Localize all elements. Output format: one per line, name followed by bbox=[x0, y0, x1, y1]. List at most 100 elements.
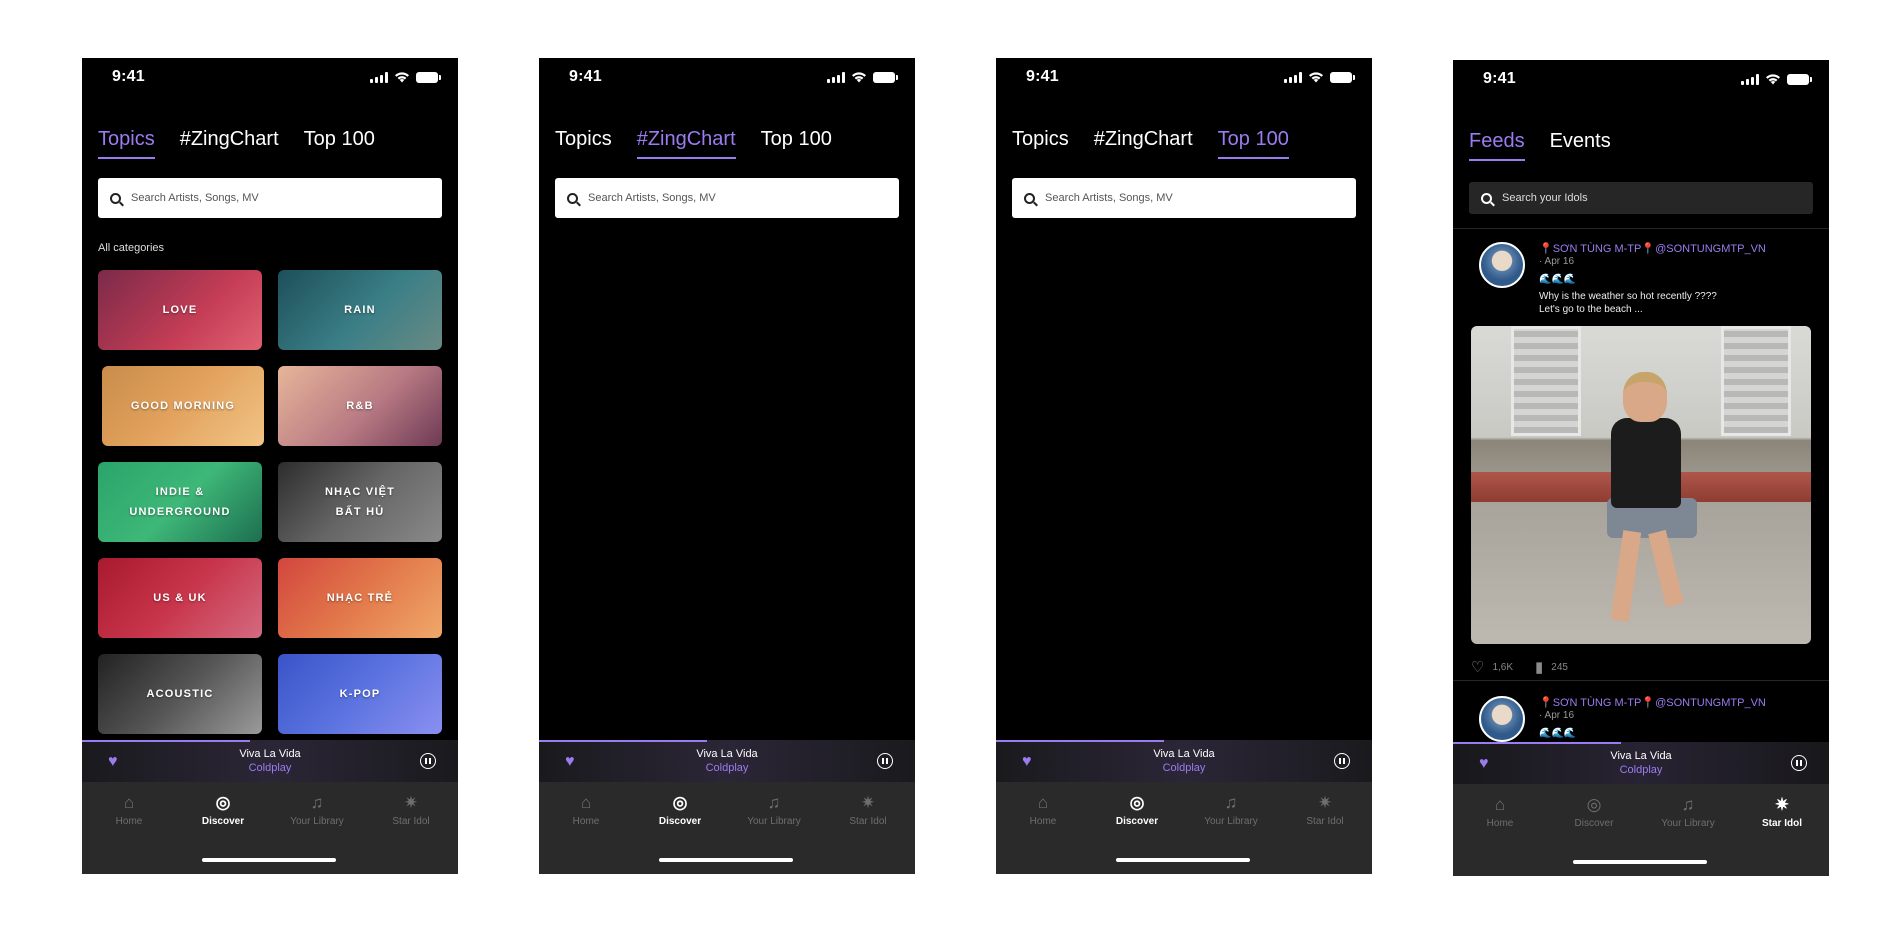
search-icon bbox=[1024, 192, 1035, 204]
search-placeholder: Search Artists, Songs, MV bbox=[588, 192, 716, 204]
avatar[interactable] bbox=[1479, 696, 1525, 742]
nav-item-home[interactable]: ⌂ Home bbox=[82, 792, 176, 827]
nav-item-your-library[interactable]: ♫ Your Library bbox=[1641, 794, 1735, 829]
song-artist: Coldplay bbox=[1162, 762, 1206, 774]
discover-tabs: Topics #ZingChart Top 100 bbox=[555, 128, 832, 159]
tab-top-100[interactable]: Top 100 bbox=[761, 128, 832, 159]
comment-button[interactable]: ▮ 245 bbox=[1535, 658, 1568, 676]
category-card-k-pop[interactable]: K-POP bbox=[278, 654, 442, 734]
home-icon: ⌂ bbox=[1037, 793, 1049, 812]
cellular-signal-icon bbox=[370, 71, 388, 83]
search-input[interactable]: Search Artists, Songs, MV bbox=[98, 178, 442, 218]
comment-icon: ▮ bbox=[1535, 659, 1544, 676]
mini-player[interactable]: ♥ Viva La Vida Coldplay bbox=[996, 740, 1372, 782]
tab-top-100[interactable]: Top 100 bbox=[304, 128, 375, 159]
nav-item-star-idol[interactable]: ✷ Star Idol bbox=[364, 792, 458, 827]
tab-topics[interactable]: Topics bbox=[555, 128, 612, 159]
playback-progress[interactable] bbox=[996, 740, 1164, 742]
category-card-acoustic[interactable]: ACOUSTIC bbox=[98, 654, 262, 734]
nav-item-star-idol[interactable]: ✷ Star Idol bbox=[1278, 792, 1372, 827]
comment-count: 245 bbox=[1551, 661, 1568, 673]
battery-icon bbox=[416, 71, 441, 83]
pause-icon[interactable] bbox=[877, 753, 893, 769]
nav-item-your-library[interactable]: ♫ Your Library bbox=[270, 792, 364, 827]
mini-player[interactable]: ♥ Viva La Vida Coldplay bbox=[539, 740, 915, 782]
star-icon: ✷ bbox=[860, 793, 876, 812]
home-icon: ⌂ bbox=[1494, 795, 1506, 814]
tab-feeds[interactable]: Feeds bbox=[1469, 130, 1525, 161]
status-icons bbox=[370, 71, 441, 83]
bottom-nav: ⌂ Home ◎ Discover ♫ Your Library ✷ Star Idol bbox=[1453, 784, 1829, 876]
phone-screen-top-100: 9:41 Topics #ZingChart Top 100 Search Ar… bbox=[996, 58, 1372, 874]
category-card-good-morning[interactable]: GOOD MORNING bbox=[102, 366, 264, 446]
tab-top-100[interactable]: Top 100 bbox=[1217, 128, 1289, 159]
search-icon bbox=[1481, 192, 1492, 204]
compass-icon: ◎ bbox=[215, 793, 231, 812]
tab-topics[interactable]: Topics bbox=[1012, 128, 1069, 159]
avatar[interactable] bbox=[1479, 242, 1525, 288]
category-card-rain[interactable]: RAIN bbox=[278, 270, 442, 350]
nav-item-home[interactable]: ⌂ Home bbox=[1453, 794, 1547, 829]
home-indicator bbox=[1573, 860, 1707, 864]
nav-item-your-library[interactable]: ♫ Your Library bbox=[727, 792, 821, 827]
category-card-indie-underground[interactable]: INDIE & UNDERGROUND bbox=[98, 462, 262, 542]
category-card-us-uk[interactable]: US & UK bbox=[98, 558, 262, 638]
nav-item-discover[interactable]: ◎ Discover bbox=[1547, 794, 1641, 829]
home-indicator bbox=[659, 858, 793, 862]
category-card-rnb[interactable]: R&B bbox=[278, 366, 442, 446]
phone-screen-topics: 9:41 Topics #ZingChart Top 100 Search Ar… bbox=[82, 58, 458, 874]
categories-heading: All categories bbox=[98, 242, 165, 254]
feed-post: 📍SƠN TÙNG M-TP📍@SONTUNGMTP_VN · Apr 16 🌊… bbox=[1453, 684, 1829, 744]
like-button[interactable]: ♡ 1,6K bbox=[1471, 658, 1513, 676]
post-author[interactable]: 📍SƠN TÙNG M-TP📍@SONTUNGMTP_VN bbox=[1539, 242, 1766, 255]
tab-zingchart[interactable]: #ZingChart bbox=[180, 128, 279, 159]
search-input[interactable]: Search Artists, Songs, MV bbox=[1012, 178, 1356, 218]
phone-screen-star-idol-feeds: 9:41 Feeds Events Search your Idols 📍SƠN… bbox=[1453, 60, 1829, 876]
nav-item-star-idol[interactable]: ✷ Star Idol bbox=[1735, 794, 1829, 829]
discover-tabs: Topics #ZingChart Top 100 bbox=[98, 128, 375, 159]
search-placeholder: Search Artists, Songs, MV bbox=[131, 192, 259, 204]
pause-icon[interactable] bbox=[420, 753, 436, 769]
mini-player[interactable]: ♥ Viva La Vida Coldplay bbox=[82, 740, 458, 782]
search-placeholder: Search your Idols bbox=[1502, 192, 1588, 204]
nav-item-home[interactable]: ⌂ Home bbox=[539, 792, 633, 827]
nav-item-discover[interactable]: ◎ Discover bbox=[176, 792, 270, 827]
pause-icon[interactable] bbox=[1334, 753, 1350, 769]
tab-events[interactable]: Events bbox=[1550, 130, 1611, 161]
wifi-icon bbox=[852, 72, 866, 83]
status-time: 9:41 bbox=[569, 68, 602, 85]
nav-item-discover[interactable]: ◎ Discover bbox=[1090, 792, 1184, 827]
wifi-icon bbox=[1766, 74, 1780, 85]
nav-item-your-library[interactable]: ♫ Your Library bbox=[1184, 792, 1278, 827]
cellular-signal-icon bbox=[827, 71, 845, 83]
nav-item-star-idol[interactable]: ✷ Star Idol bbox=[821, 792, 915, 827]
search-input[interactable]: Search Artists, Songs, MV bbox=[555, 178, 899, 218]
post-photo[interactable] bbox=[1471, 326, 1811, 644]
battery-icon bbox=[1787, 73, 1812, 85]
now-playing: Viva La Vida Coldplay bbox=[82, 748, 458, 774]
playback-progress[interactable] bbox=[1453, 742, 1621, 744]
home-indicator bbox=[1116, 858, 1250, 862]
status-bar: 9:41 bbox=[82, 58, 458, 102]
nav-item-discover[interactable]: ◎ Discover bbox=[633, 792, 727, 827]
search-icon bbox=[110, 192, 121, 204]
category-card-nhac-tre[interactable]: NHẠC TRẺ bbox=[278, 558, 442, 638]
tab-zingchart[interactable]: #ZingChart bbox=[1094, 128, 1193, 159]
playback-progress[interactable] bbox=[82, 740, 250, 742]
tab-topics[interactable]: Topics bbox=[98, 128, 155, 159]
music-note-icon: ♫ bbox=[767, 793, 781, 812]
idol-search-input[interactable]: Search your Idols bbox=[1469, 182, 1813, 214]
category-card-love[interactable]: LOVE bbox=[98, 270, 262, 350]
pause-icon[interactable] bbox=[1791, 755, 1807, 771]
playback-progress[interactable] bbox=[539, 740, 707, 742]
nav-item-home[interactable]: ⌂ Home bbox=[996, 792, 1090, 827]
post-author[interactable]: 📍SƠN TÙNG M-TP📍@SONTUNGMTP_VN bbox=[1539, 696, 1766, 709]
mini-player[interactable]: ♥ Viva La Vida Coldplay bbox=[1453, 742, 1829, 784]
divider bbox=[1453, 680, 1829, 681]
song-artist: Coldplay bbox=[705, 762, 749, 774]
compass-icon: ◎ bbox=[1586, 795, 1602, 814]
category-card-nhac-viet-bat-hu[interactable]: NHẠC VIỆT BẤT HỦ bbox=[278, 462, 442, 542]
tab-zingchart[interactable]: #ZingChart bbox=[636, 128, 736, 159]
music-note-icon: ♫ bbox=[310, 793, 324, 812]
song-title: Viva La Vida bbox=[1610, 750, 1672, 762]
